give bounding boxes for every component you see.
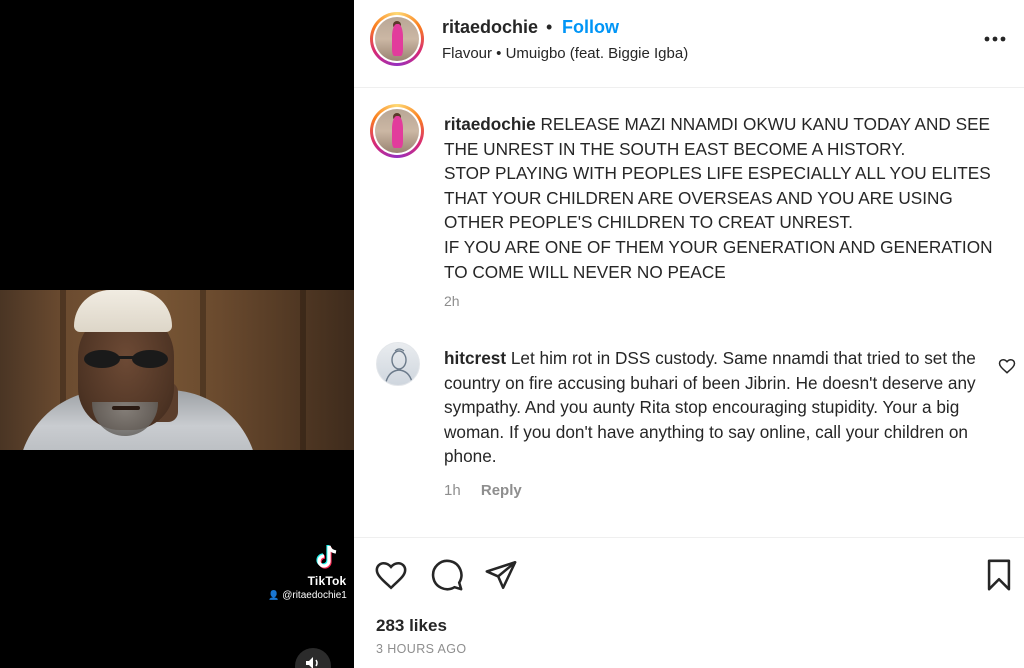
person-cap: [74, 290, 172, 332]
more-options-icon[interactable]: [982, 28, 1008, 50]
caption-avatar[interactable]: [370, 104, 424, 158]
wall-panel: [300, 290, 306, 450]
comment: hitcrest Let him rot in DSS custody. Sam…: [444, 346, 984, 469]
post-header: ritaedochie • Follow Flavour • Umuigbo (…: [354, 0, 1024, 88]
follow-button[interactable]: Follow: [562, 17, 619, 38]
caption-line: IF YOU ARE ONE OF THEM YOUR GENERATION A…: [444, 236, 993, 282]
avatar-image: [375, 17, 419, 61]
caption-username[interactable]: ritaedochie: [444, 114, 536, 134]
user-icon: 👤: [268, 590, 280, 600]
tiktok-watermark: TikTok: [300, 544, 354, 588]
bookmark-icon[interactable]: [982, 558, 1016, 592]
comment-meta: 1h Reply: [444, 482, 522, 499]
avatar-image: [375, 109, 419, 153]
commenter-avatar[interactable]: [376, 342, 420, 386]
heart-icon[interactable]: [374, 558, 408, 592]
caption-timestamp[interactable]: 2h: [444, 293, 460, 309]
comment-timestamp[interactable]: 1h: [444, 482, 461, 499]
volume-button[interactable]: [295, 648, 331, 668]
tiktok-handle: 👤 @ritaedochie1: [268, 590, 347, 601]
person-mouth: [112, 406, 140, 410]
tiktok-handle-text: @ritaedochie1: [282, 590, 347, 601]
video-player[interactable]: TikTok 👤 @ritaedochie1: [0, 0, 354, 668]
likes-count[interactable]: 283 likes: [376, 616, 447, 636]
tiktok-label: TikTok: [307, 574, 347, 588]
comment-body: Let him rot in DSS custody. Same nnamdi …: [444, 348, 976, 467]
commenter-avatar-image: [384, 348, 414, 385]
action-bar: 283 likes 3 HOURS AGO: [354, 537, 1024, 668]
post-timestamp: 3 HOURS AGO: [376, 642, 467, 656]
reply-button[interactable]: Reply: [481, 482, 522, 499]
post-panel: ritaedochie • Follow Flavour • Umuigbo (…: [354, 0, 1024, 668]
comment-bubble-icon[interactable]: [430, 558, 464, 592]
sunglasses: [84, 350, 168, 368]
paper-plane-icon[interactable]: [484, 558, 518, 592]
tiktok-logo-icon: [316, 545, 337, 569]
caption-line: STOP PLAYING WITH PEOPLES LIFE ESPECIALL…: [444, 163, 991, 233]
username-link[interactable]: ritaedochie: [442, 17, 538, 38]
post-caption: ritaedochie RELEASE MAZI NNAMDI OKWU KAN…: [444, 112, 1004, 284]
video-frame: [0, 290, 354, 450]
avatar[interactable]: [370, 12, 424, 66]
audio-track-link[interactable]: Flavour • Umuigbo (feat. Biggie Igba): [442, 45, 688, 62]
separator-dot: •: [546, 17, 553, 37]
speaker-icon: [306, 657, 318, 668]
comment-username[interactable]: hitcrest: [444, 348, 506, 368]
heart-outline-icon[interactable]: [998, 357, 1016, 375]
